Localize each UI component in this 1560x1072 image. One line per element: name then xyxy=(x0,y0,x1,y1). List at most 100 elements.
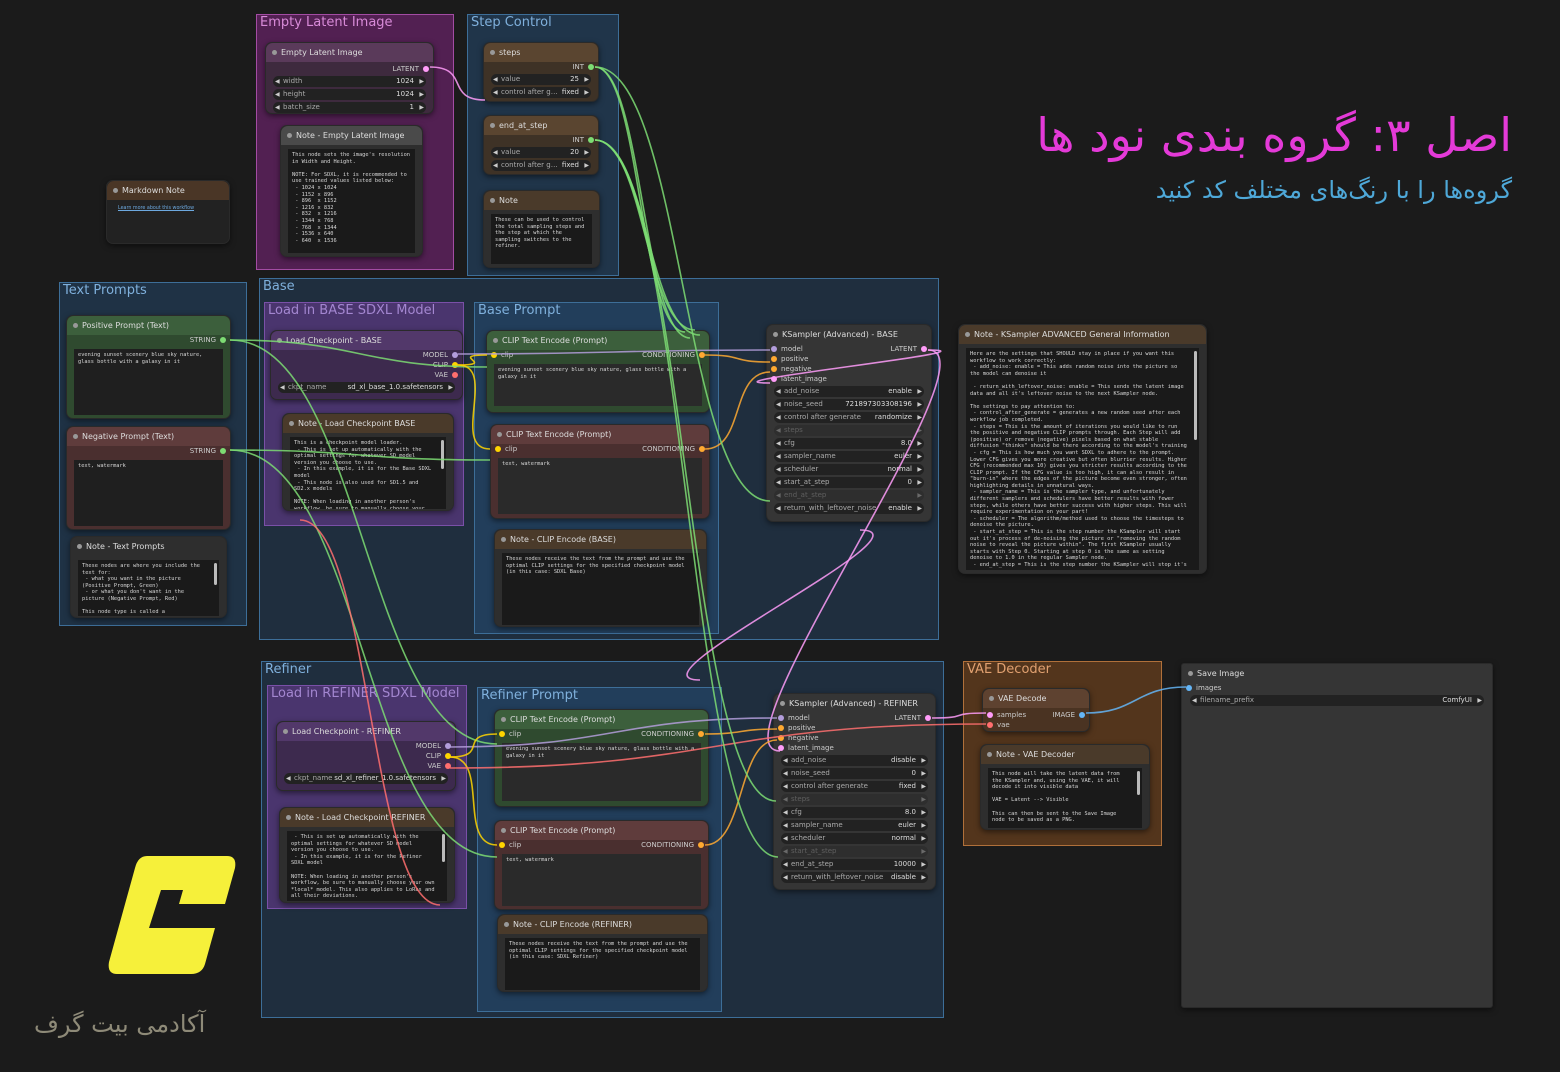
height-widget[interactable]: height1024 xyxy=(273,89,426,100)
image-output[interactable]: IMAGE xyxy=(1052,710,1075,720)
input-dot[interactable] xyxy=(771,356,777,362)
input-dot[interactable] xyxy=(771,346,777,352)
note-text[interactable]: This node will take the latent data from… xyxy=(988,768,1142,828)
widget-steps[interactable]: steps xyxy=(781,794,928,805)
ksampler-input-positive[interactable]: positive xyxy=(767,354,931,364)
ksampler-input-latent_image[interactable]: latent_image xyxy=(774,743,935,753)
widget-control-after-generate[interactable]: control after generaterandomize xyxy=(774,412,924,423)
control-after-generate-widget[interactable]: control after g…fixed xyxy=(491,160,591,171)
vae-output[interactable]: VAE xyxy=(434,370,448,380)
note-text-prompts-node[interactable]: Note - Text Prompts These nodes are wher… xyxy=(70,536,227,618)
value-widget[interactable]: value25 xyxy=(491,74,591,85)
load-checkpoint-refiner-node[interactable]: Load Checkpoint - REFINER MODEL CLIP VAE… xyxy=(276,721,456,791)
note-empty-latent-node[interactable]: Note - Empty Latent Image This node sets… xyxy=(280,125,423,257)
note-text[interactable]: These nodes are where you include the te… xyxy=(78,560,219,616)
workflow-link[interactable]: Learn more about this workflow xyxy=(107,200,229,217)
clip-output[interactable]: CLIP xyxy=(433,360,448,370)
output-dot[interactable] xyxy=(921,346,927,352)
output-dot[interactable] xyxy=(588,64,594,70)
input-dot[interactable] xyxy=(771,366,777,372)
widget-cfg[interactable]: cfg8.0 xyxy=(774,438,924,449)
string-output[interactable]: STRING xyxy=(190,335,216,345)
widget-end-at-step[interactable]: end_at_step xyxy=(774,490,924,501)
input-dot[interactable] xyxy=(491,352,497,358)
note-ksampler-node[interactable]: Note - KSampler ADVANCED General Informa… xyxy=(958,324,1207,574)
model-output[interactable]: MODEL xyxy=(416,741,441,751)
conditioning-output[interactable]: CONDITIONING xyxy=(642,444,695,454)
output-dot[interactable] xyxy=(699,446,705,452)
input-dot[interactable] xyxy=(778,735,784,741)
prompt-textarea[interactable]: evening sunset scenery blue sky nature, … xyxy=(494,364,702,406)
note-text[interactable]: These nodes receive the text from the pr… xyxy=(505,938,700,990)
clip-text-encode-base-positive-node[interactable]: CLIP Text Encode (Prompt) clip CONDITIONI… xyxy=(486,330,710,413)
note-clip-refiner-node[interactable]: Note - CLIP Encode (REFINER) These nodes… xyxy=(497,914,708,992)
ksampler-input-model[interactable]: model LATENT xyxy=(774,713,935,723)
note-checkpoint-base-node[interactable]: Note - Load Checkpoint BASE This is a ch… xyxy=(282,413,454,511)
input-dot[interactable] xyxy=(499,842,505,848)
clip-text-encode-refiner-negative-node[interactable]: CLIP Text Encode (Prompt) clip CONDITIONI… xyxy=(494,820,709,910)
widget-sampler-name[interactable]: sampler_nameeuler xyxy=(781,820,928,831)
output-dot[interactable] xyxy=(452,362,458,368)
output-dot[interactable] xyxy=(445,753,451,759)
input-dot[interactable] xyxy=(778,725,784,731)
ksampler-refiner-node[interactable]: KSampler (Advanced) - REFINER model LATEN… xyxy=(773,693,936,890)
int-output[interactable]: INT xyxy=(572,135,584,145)
input-dot[interactable] xyxy=(987,722,993,728)
negative-prompt-node[interactable]: Negative Prompt (Text) STRING text, wate… xyxy=(66,426,231,530)
latent-output[interactable]: LATENT xyxy=(392,64,419,74)
ksampler-input-model[interactable]: model LATENT xyxy=(767,344,931,354)
prompt-textarea[interactable]: evening sunset scenery blue sky nature, … xyxy=(74,349,223,415)
prompt-textarea[interactable]: text, watermark xyxy=(74,460,223,526)
widget-return-with-leftover-noise[interactable]: return_with_leftover_noisedisable xyxy=(781,872,928,883)
markdown-note-node[interactable]: Markdown Note Learn more about this work… xyxy=(106,180,230,244)
prompt-textarea[interactable]: text, watermark xyxy=(502,854,701,906)
string-output[interactable]: STRING xyxy=(190,446,216,456)
width-widget[interactable]: width1024 xyxy=(273,76,426,87)
output-dot[interactable] xyxy=(445,743,451,749)
images-input[interactable]: images xyxy=(1196,683,1221,693)
output-dot[interactable] xyxy=(220,337,226,343)
widget-return-with-leftover-noise[interactable]: return_with_leftover_noiseenable xyxy=(774,503,924,514)
note-text[interactable]: This node sets the image's resolution in… xyxy=(288,149,415,253)
input-dot[interactable] xyxy=(499,731,505,737)
widget-start-at-step[interactable]: start_at_step0 xyxy=(774,477,924,488)
conditioning-output[interactable]: CONDITIONING xyxy=(641,729,694,739)
widget-sampler-name[interactable]: sampler_nameeuler xyxy=(774,451,924,462)
widget-control-after-generate[interactable]: control after generatefixed xyxy=(781,781,928,792)
input-dot[interactable] xyxy=(771,376,777,382)
filename-prefix-widget[interactable]: filename_prefixComfyUI xyxy=(1190,695,1484,706)
vae-output[interactable]: VAE xyxy=(427,761,441,771)
output-dot[interactable] xyxy=(925,715,931,721)
latent-output[interactable]: LATENT xyxy=(890,344,917,354)
widget-add-noise[interactable]: add_noisedisable xyxy=(781,755,928,766)
int-output[interactable]: INT xyxy=(572,62,584,72)
note-steps-node[interactable]: Note These can be used to control the to… xyxy=(483,190,600,268)
widget-steps[interactable]: steps xyxy=(774,425,924,436)
output-dot[interactable] xyxy=(698,731,704,737)
input-dot[interactable] xyxy=(778,715,784,721)
clip-text-encode-base-negative-node[interactable]: CLIP Text Encode (Prompt) clip CONDITIONI… xyxy=(490,424,710,519)
widget-cfg[interactable]: cfg8.0 xyxy=(781,807,928,818)
input-dot[interactable] xyxy=(1186,685,1192,691)
ksampler-input-negative[interactable]: negative xyxy=(767,364,931,374)
note-checkpoint-refiner-node[interactable]: Note - Load Checkpoint REFINER - This is… xyxy=(279,807,455,903)
widget-end-at-step[interactable]: end_at_step10000 xyxy=(781,859,928,870)
latent-output[interactable]: LATENT xyxy=(894,713,921,723)
control-after-generate-widget[interactable]: control after g…fixed xyxy=(491,87,591,98)
samples-input[interactable]: samples xyxy=(997,710,1026,720)
clip-output[interactable]: CLIP xyxy=(426,751,441,761)
input-dot[interactable] xyxy=(495,446,501,452)
note-text[interactable]: This is a checkpoint model loader. - Thi… xyxy=(290,437,446,509)
ksampler-input-positive[interactable]: positive xyxy=(774,723,935,733)
ksampler-input-negative[interactable]: negative xyxy=(774,733,935,743)
widget-scheduler[interactable]: schedulernormal xyxy=(781,833,928,844)
ksampler-base-node[interactable]: KSampler (Advanced) - BASE model LATENT po… xyxy=(766,324,932,522)
note-text[interactable]: These nodes receive the text from the pr… xyxy=(502,553,699,625)
note-text[interactable]: Here are the settings that SHOULD stay i… xyxy=(966,348,1199,570)
prompt-textarea[interactable]: evening sunset scenery blue sky nature, … xyxy=(502,743,701,801)
ckpt-name-widget[interactable]: ckpt_namesd_xl_base_1.0.safetensors xyxy=(278,382,455,393)
clip-input[interactable]: clip xyxy=(509,840,521,850)
widget-start-at-step[interactable]: start_at_step xyxy=(781,846,928,857)
widget-noise-seed[interactable]: noise_seed721897303308196 xyxy=(774,399,924,410)
positive-prompt-node[interactable]: Positive Prompt (Text) STRING evening su… xyxy=(66,315,231,419)
